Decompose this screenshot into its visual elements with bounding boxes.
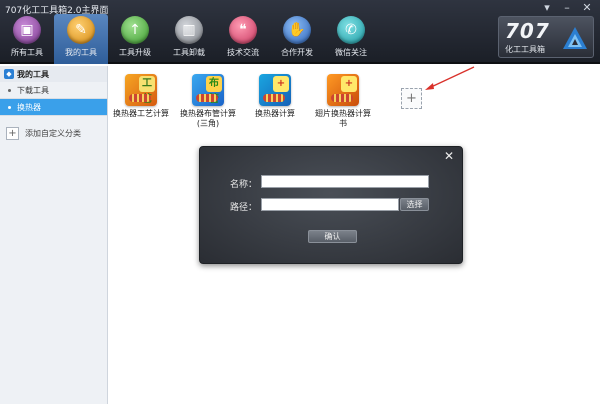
main-panel: 工艺 换热器工艺计算 布管 换热器布管计算(三角) + 换热器计算 + 翅片换热… (109, 66, 600, 404)
handshake-icon: ✋ (283, 16, 311, 44)
title-bar: 707化工工具箱2.0主界面 ▾ – ✕ ▣ 所有工具 ✎ 我的工具 ↑ 工具升… (0, 0, 600, 64)
toolbar-tech-exchange[interactable]: ❝ 技术交流 (216, 14, 270, 64)
brand-subtitle: 化工工具箱 (505, 45, 545, 54)
app-fin-heat-exchanger[interactable]: + 翅片换热器计算书 (313, 74, 373, 129)
sidebar-item-label: 换热器 (17, 102, 41, 112)
toolbar-upgrade[interactable]: ↑ 工具升级 (108, 14, 162, 64)
toolbar-my-tools[interactable]: ✎ 我的工具 (54, 14, 108, 64)
name-input[interactable] (261, 175, 429, 188)
app-heat-exchanger-calc[interactable]: + 换热器计算 (245, 74, 305, 119)
app-heat-exchanger-process[interactable]: 工艺 换热器工艺计算 (111, 74, 171, 119)
toolbar-label: 合作开发 (281, 48, 313, 57)
add-custom-category-label: 添加自定义分类 (25, 128, 81, 138)
app-label: 换热器计算 (255, 109, 295, 118)
minimize-icon[interactable]: – (558, 1, 576, 15)
toolbar-all-tools[interactable]: ▣ 所有工具 (0, 14, 54, 64)
bullet-icon (8, 88, 11, 92)
sidebar: ◆ 我的工具 下载工具 换热器 + 添加自定义分类 (0, 66, 108, 404)
confirm-button[interactable]: 确认 (308, 230, 357, 243)
toolbar-cooperation[interactable]: ✋ 合作开发 (270, 14, 324, 64)
toolbar-label: 所有工具 (11, 48, 43, 57)
menu-dropdown-icon[interactable]: ▾ (538, 1, 556, 15)
close-icon[interactable]: ✕ (578, 1, 596, 15)
add-custom-category-button[interactable]: + 添加自定义分类 (0, 122, 107, 144)
window-controls: ▾ – ✕ (538, 1, 596, 15)
sidebar-header-label: 我的工具 (17, 69, 49, 79)
sidebar-header[interactable]: ◆ 我的工具 (0, 66, 107, 82)
toolbar-uninstall[interactable]: ▥ 工具卸载 (162, 14, 216, 64)
chat-icon: ❝ (229, 16, 257, 44)
toolbar-label: 技术交流 (227, 48, 259, 57)
toolbar-label: 微信关注 (335, 48, 367, 57)
tube-layout-icon: 布管 (192, 74, 224, 106)
name-label: 名称： (230, 180, 258, 190)
app-label: 换热器工艺计算 (113, 109, 169, 118)
path-label: 路径： (230, 203, 258, 213)
bullet-icon (8, 105, 11, 109)
app-label: 换热器布管计算(三角) (180, 109, 236, 128)
triangle-logo-icon (563, 27, 587, 49)
fin-heat-exchanger-icon: + (327, 74, 359, 106)
brand-logo: 707 化工工具箱 (498, 16, 594, 58)
brand-number: 707 (505, 19, 550, 43)
sidebar-item-heat-exchanger[interactable]: 换热器 (0, 99, 107, 116)
trash-icon: ▥ (175, 16, 203, 44)
add-tool-dialog: ✕ 名称： 路径： 选择 确认 (199, 146, 463, 264)
annotation-arrow-icon (425, 66, 475, 90)
app-tube-layout[interactable]: 布管 换热器布管计算(三角) (178, 74, 238, 129)
toolbar-label: 工具卸载 (173, 48, 205, 57)
browse-button[interactable]: 选择 (400, 198, 429, 211)
plus-icon: + (6, 126, 19, 140)
wechat-icon: ✆ (337, 16, 365, 44)
sidebar-item-label: 下载工具 (17, 85, 49, 95)
heat-exchanger-process-icon: 工艺 (125, 74, 157, 106)
toolbox-icon: ▣ (13, 16, 41, 44)
wrench-icon: ✎ (67, 16, 95, 44)
app-label: 翅片换热器计算书 (315, 109, 371, 128)
main-toolbar: ▣ 所有工具 ✎ 我的工具 ↑ 工具升级 ▥ 工具卸载 ❝ 技术交流 ✋ 合作开… (0, 14, 378, 64)
path-input[interactable] (261, 198, 399, 211)
toolbar-label: 我的工具 (65, 48, 97, 57)
sidebar-item-download-tools[interactable]: 下载工具 (0, 82, 107, 99)
dialog-close-icon[interactable]: ✕ (444, 149, 454, 163)
toolbar-wechat[interactable]: ✆ 微信关注 (324, 14, 378, 64)
toolbar-label: 工具升级 (119, 48, 151, 57)
heat-exchanger-calc-icon: + (259, 74, 291, 106)
upgrade-arrow-icon: ↑ (121, 16, 149, 44)
my-tools-icon: ◆ (4, 69, 14, 79)
